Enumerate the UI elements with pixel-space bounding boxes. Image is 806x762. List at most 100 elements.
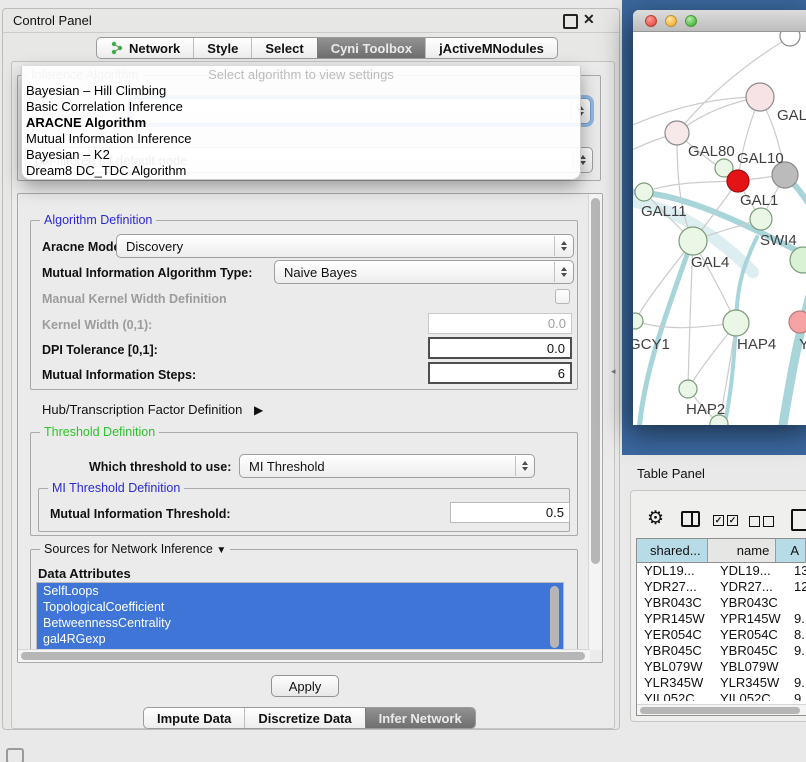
tab-network-label: Network bbox=[129, 41, 180, 56]
popup-hint: Select algorithm to view settings bbox=[22, 66, 580, 83]
expand-arrow-icon[interactable]: ▶ bbox=[254, 403, 263, 417]
tab-discretize-data-label: Discretize Data bbox=[258, 711, 351, 726]
tab-infer-network[interactable]: Infer Network bbox=[365, 708, 475, 728]
splitter-handle-icon[interactable]: ◂ bbox=[611, 366, 616, 377]
mi-type-combo[interactable]: Naive Bayes bbox=[274, 260, 574, 284]
table-horizontal-scrollbar[interactable] bbox=[637, 704, 806, 715]
select-all-checks-icon[interactable]: ✓✓ bbox=[713, 515, 738, 526]
tab-select[interactable]: Select bbox=[251, 38, 316, 58]
dpi-tolerance-field[interactable]: 0.0 bbox=[428, 337, 572, 359]
function-builder-icon[interactable] bbox=[791, 509, 806, 531]
table-panel-title: Table Panel bbox=[637, 466, 705, 481]
float-window-icon[interactable] bbox=[563, 14, 578, 29]
list-scrollbar-thumb[interactable] bbox=[550, 586, 559, 648]
deselect-all-checks-icon[interactable] bbox=[749, 516, 774, 527]
list-item-betweennesscentrality[interactable]: BetweennessCentrality bbox=[37, 615, 563, 631]
mi-steps-field[interactable]: 6 bbox=[428, 362, 572, 384]
manual-kernel-checkbox[interactable] bbox=[555, 289, 570, 304]
node-label-swi4: SWI4 bbox=[760, 232, 797, 249]
node-gal4[interactable] bbox=[679, 227, 707, 255]
kernel-width-field[interactable]: 0.0 bbox=[428, 313, 572, 334]
list-item-selfloops[interactable]: SelfLoops bbox=[37, 583, 563, 599]
node-label-hap2: HAP2 bbox=[686, 401, 725, 418]
combo-stepper-icon bbox=[554, 262, 572, 282]
apply-button[interactable]: Apply bbox=[271, 675, 339, 697]
menu-item-bayesian-k2[interactable]: Bayesian – K2 bbox=[22, 147, 580, 163]
table-row[interactable]: YBL079W YBL079W bbox=[637, 659, 806, 675]
hub-definition-label: Hub/Transcription Factor Definition bbox=[42, 402, 242, 417]
node-unlabeled[interactable] bbox=[780, 32, 800, 46]
table-row[interactable]: YER054C YER054C 8. bbox=[637, 627, 806, 643]
table-row[interactable]: YLR345W YLR345W 9. bbox=[637, 675, 806, 691]
tab-impute-data[interactable]: Impute Data bbox=[144, 708, 244, 728]
node-label-gal1: GAL1 bbox=[740, 192, 778, 209]
node-label-hap4: HAP4 bbox=[737, 336, 776, 353]
node-gal-pink[interactable] bbox=[746, 83, 774, 111]
table-row[interactable]: YBR043C YBR043C bbox=[637, 595, 806, 611]
table-row[interactable]: YDL19... YDL19... 13 bbox=[637, 563, 806, 579]
gear-icon[interactable]: ⚙ bbox=[647, 509, 664, 528]
zoom-traffic-light-icon[interactable] bbox=[685, 15, 697, 27]
data-attributes-label: Data Attributes bbox=[38, 566, 131, 581]
tab-select-label: Select bbox=[265, 41, 303, 56]
control-panel-title: Control Panel bbox=[13, 13, 92, 28]
minimized-panel-icon[interactable] bbox=[6, 748, 24, 762]
tab-jactivemnodules[interactable]: jActiveMNodules bbox=[425, 38, 557, 58]
network-window-titlebar[interactable] bbox=[633, 10, 806, 32]
columns-view-icon[interactable] bbox=[681, 511, 700, 527]
tab-network[interactable]: Network bbox=[97, 38, 193, 58]
node-hap2[interactable] bbox=[679, 380, 697, 398]
minimize-traffic-light-icon[interactable] bbox=[665, 15, 677, 27]
node-gal11[interactable] bbox=[635, 183, 653, 201]
column-header-partial[interactable]: A bbox=[776, 539, 806, 562]
table-hscroll-thumb[interactable] bbox=[640, 707, 800, 714]
menu-item-aracne[interactable]: ARACNE Algorithm bbox=[22, 115, 580, 131]
which-threshold-combo[interactable]: MI Threshold bbox=[239, 454, 535, 478]
node-table[interactable]: shared... name A YDL19... YDL19... 13 YD… bbox=[636, 538, 806, 716]
column-header-shared-name[interactable]: shared... bbox=[637, 539, 708, 562]
tab-cyni-toolbox-label: Cyni Toolbox bbox=[331, 41, 412, 56]
settings-vertical-scrollbar[interactable] bbox=[588, 194, 602, 650]
tab-infer-network-label: Infer Network bbox=[379, 711, 462, 726]
menu-item-dream8[interactable]: Dream8 DC_TDC Algorithm bbox=[22, 163, 580, 179]
node-gal80[interactable] bbox=[665, 121, 689, 145]
settings-horizontal-scrollbar[interactable] bbox=[18, 649, 590, 662]
tab-style[interactable]: Style bbox=[193, 38, 251, 58]
aracne-mode-combo[interactable]: Discovery bbox=[116, 234, 574, 258]
mi-threshold-label: Mutual Information Threshold: bbox=[50, 507, 231, 521]
column-header-name[interactable]: name bbox=[708, 539, 777, 562]
network-window[interactable]: GAL GAL80 GAL10 GAL1 GAL11 SWI4 GAL4 GCY… bbox=[633, 10, 806, 425]
node-label-gal4: GAL4 bbox=[691, 254, 729, 271]
node-label-y: Y bbox=[799, 336, 806, 353]
sources-group-title[interactable]: Sources for Network Inference ▼ bbox=[40, 542, 230, 556]
menu-item-bayesian-hill-climbing[interactable]: Bayesian – Hill Climbing bbox=[22, 83, 580, 99]
hub-definition-toggle[interactable]: Hub/Transcription Factor Definition ▶ bbox=[42, 402, 263, 417]
close-icon[interactable]: ✕ bbox=[583, 11, 595, 28]
table-row[interactable]: YDR27... YDR27... 12 bbox=[637, 579, 806, 595]
settings-hscroll-thumb[interactable] bbox=[21, 652, 585, 660]
tab-discretize-data[interactable]: Discretize Data bbox=[244, 708, 364, 728]
node-selected-red[interactable] bbox=[727, 170, 749, 192]
node-gcy1[interactable] bbox=[633, 313, 643, 329]
network-canvas[interactable]: GAL GAL80 GAL10 GAL1 GAL11 SWI4 GAL4 GCY… bbox=[633, 32, 806, 425]
apply-button-label: Apply bbox=[289, 679, 322, 694]
node-gal1[interactable] bbox=[750, 208, 772, 230]
tab-cyni-toolbox[interactable]: Cyni Toolbox bbox=[317, 38, 425, 58]
list-item-topologicalcoefficient[interactable]: TopologicalCoefficient bbox=[37, 599, 563, 615]
node-y-pink[interactable] bbox=[789, 311, 806, 333]
collapse-arrow-icon[interactable]: ▼ bbox=[216, 545, 226, 556]
control-panel-titlebar[interactable]: Control Panel bbox=[3, 9, 619, 33]
mi-threshold-field[interactable]: 0.5 bbox=[450, 502, 570, 523]
cyni-algorithm-settings-group: Algorithm Definition Aracne Mode: Discov… bbox=[17, 193, 603, 663]
table-row[interactable]: YIL052C YIL052C 9 bbox=[637, 691, 806, 701]
menu-item-basic-correlation[interactable]: Basic Correlation Inference bbox=[22, 99, 580, 115]
table-row[interactable]: YPR145W YPR145W 9. bbox=[637, 611, 806, 627]
list-item-gal4rgexp[interactable]: gal4RGexp bbox=[37, 631, 563, 647]
settings-vscroll-thumb[interactable] bbox=[591, 198, 600, 564]
close-traffic-light-icon[interactable] bbox=[645, 15, 657, 27]
table-row[interactable]: YBR045C YBR045C 9. bbox=[637, 643, 806, 659]
mi-type-label: Mutual Information Algorithm Type: bbox=[42, 266, 252, 280]
menu-item-mutual-information[interactable]: Mutual Information Inference bbox=[22, 131, 580, 147]
aracne-mode-label: Aracne Mode: bbox=[42, 240, 125, 254]
node-hap4[interactable] bbox=[723, 310, 749, 336]
